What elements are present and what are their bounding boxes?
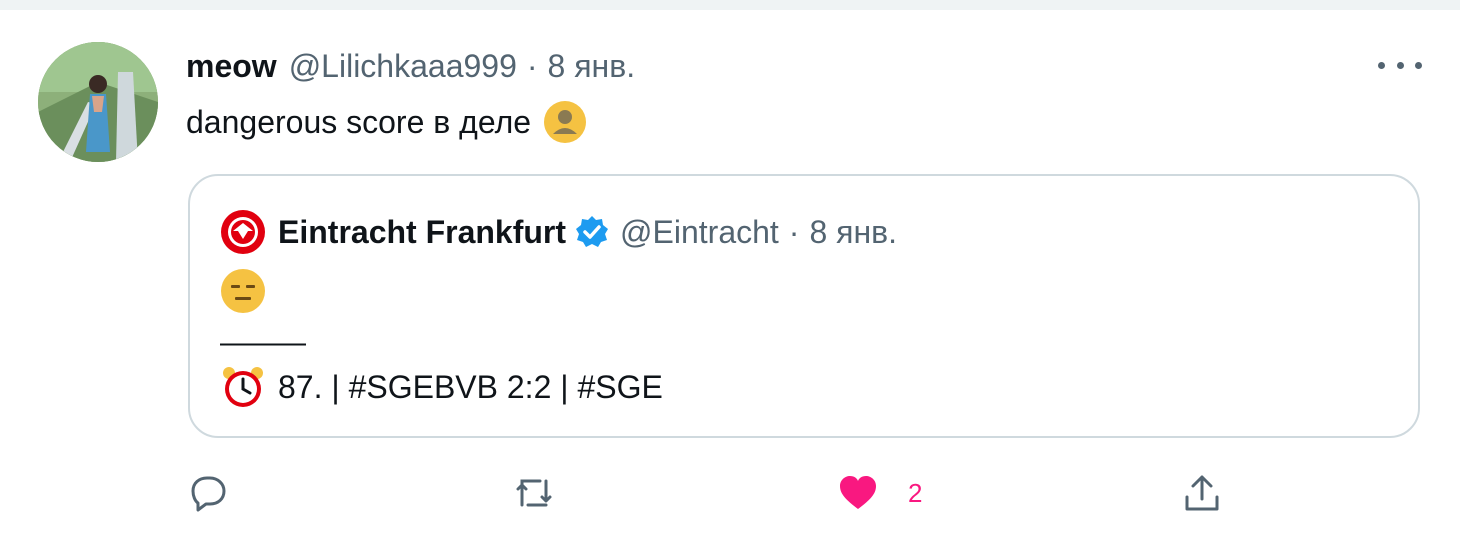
quoted-separator: · [788,213,800,250]
retweet-icon [516,479,552,507]
header-separator: · [526,47,538,84]
author-name[interactable]: meow [186,48,277,85]
quoted-header: Eintracht Frankfurt @Eintracht · 8 янв. [220,210,897,254]
like-count: 2 [908,477,923,508]
avatar[interactable] [38,42,158,162]
reply-icon [191,476,226,512]
quoted-score-line: 87. | #SGEBVB 2:2 | #SGE [220,364,663,410]
bust-in-silhouette-emoji-icon [544,101,587,143]
avatar-image [38,42,158,162]
quoted-date[interactable]: 8 янв. [809,214,897,251]
tweet-card[interactable]: meow @Lilichkaaa999 · 8 янв. dangerous s… [0,0,1460,538]
tweet-actions: 2 [186,468,1286,518]
more-dots-icon[interactable] [1378,50,1422,80]
verified-badge-icon [576,216,609,247]
tweet-text: dangerous score в деле [186,100,587,144]
tweet-text-content: dangerous score в деле [186,103,532,140]
eintracht-logo-icon[interactable] [220,209,266,255]
quoted-divider: ——— [220,326,306,359]
like-button[interactable]: 2 [836,468,922,518]
quoted-handle[interactable]: @Eintracht [620,214,779,251]
quoted-tweet[interactable]: Eintracht Frankfurt @Eintracht · 8 янв. … [188,174,1420,438]
expressionless-face-emoji-icon [221,269,265,313]
tweet-date[interactable]: 8 янв. [548,48,636,85]
heart-icon [840,476,876,509]
share-icon [1185,475,1219,511]
quoted-score-text: 87. | #SGEBVB 2:2 | #SGE [278,368,663,405]
author-handle[interactable]: @Lilichkaaa999 [289,48,517,85]
tweet-header: meow @Lilichkaaa999 · 8 янв. [186,46,635,86]
quoted-author-name[interactable]: Eintracht Frankfurt [278,214,566,251]
alarm-clock-emoji-icon [223,367,263,407]
reply-button[interactable] [186,468,230,518]
retweet-button[interactable] [512,468,556,518]
share-button[interactable] [1180,468,1224,518]
